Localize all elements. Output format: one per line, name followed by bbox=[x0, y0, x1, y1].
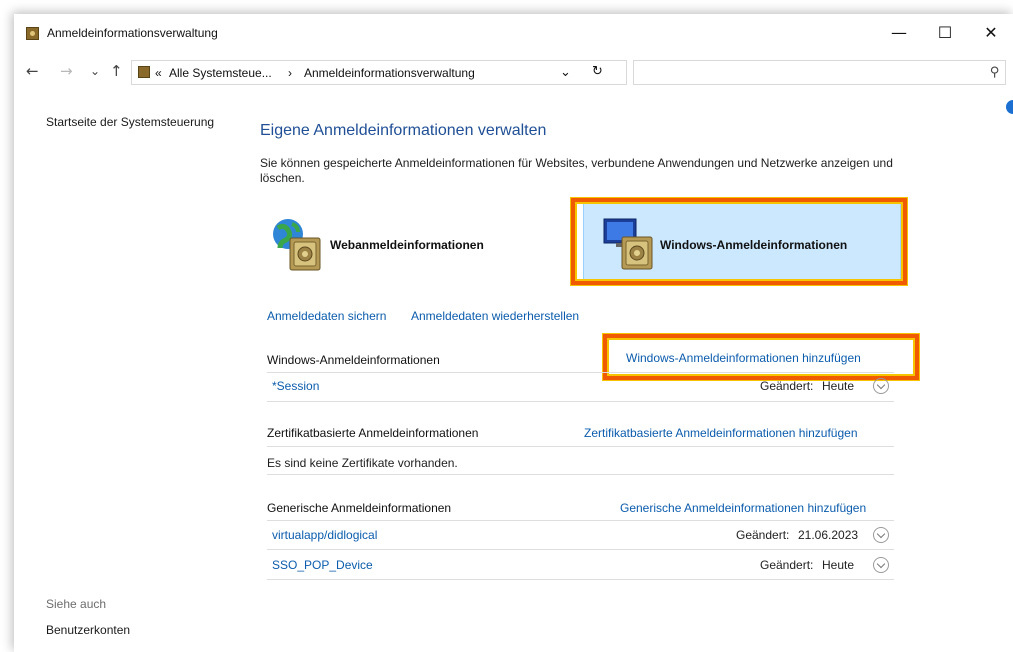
divider bbox=[267, 446, 894, 447]
changed-label: Geändert: bbox=[736, 528, 790, 542]
recent-locations-button[interactable]: ⌄ bbox=[90, 64, 100, 78]
generic-credentials-heading: Generische Anmeldeinformationen bbox=[267, 501, 452, 515]
changed-value: Heute bbox=[822, 558, 855, 572]
breadcrumb-separator[interactable]: › bbox=[288, 66, 292, 80]
web-credentials-label: Webanmeldeinformationen bbox=[330, 238, 484, 252]
address-bar[interactable]: « Alle Systemsteue... › Anmeldeinformati… bbox=[131, 60, 627, 85]
divider bbox=[267, 579, 894, 580]
credential-entry-session[interactable]: *Session bbox=[272, 379, 319, 393]
expand-chevron-icon[interactable] bbox=[873, 527, 889, 543]
add-cert-credential-link[interactable]: Zertifikatbasierte Anmeldeinformationen … bbox=[584, 426, 858, 440]
forward-button[interactable]: → bbox=[60, 62, 73, 80]
divider bbox=[267, 549, 894, 550]
address-overflow[interactable]: « bbox=[155, 66, 162, 80]
refresh-button[interactable]: ↻ bbox=[592, 64, 603, 79]
no-certificates-text: Es sind keine Zertifikate vorhanden. bbox=[267, 456, 458, 470]
minimize-button[interactable]: — bbox=[876, 18, 922, 48]
windows-credentials-heading: Windows-Anmeldeinformationen bbox=[267, 353, 440, 367]
divider bbox=[267, 401, 894, 402]
web-credentials-tile[interactable]: Webanmeldeinformationen bbox=[270, 214, 510, 274]
help-icon[interactable] bbox=[1006, 100, 1013, 114]
expand-chevron-icon[interactable] bbox=[873, 378, 889, 394]
page-title: Eigene Anmeldeinformationen verwalten bbox=[260, 122, 547, 139]
divider bbox=[267, 372, 894, 373]
address-location-icon bbox=[138, 66, 150, 78]
credential-manager-window: Anmeldeinformationsverwaltung — ☐ ✕ ← → … bbox=[14, 14, 1013, 652]
sidebar-home-link[interactable]: Startseite der Systemsteuerung bbox=[46, 115, 214, 129]
credential-manager-icon bbox=[26, 27, 39, 40]
title-bar: Anmeldeinformationsverwaltung — ☐ ✕ bbox=[14, 14, 1013, 52]
highlight-frame-windows-tile bbox=[571, 198, 907, 285]
page-description: Sie können gespeicherte Anmeldeinformati… bbox=[260, 156, 893, 185]
window-title: Anmeldeinformationsverwaltung bbox=[47, 26, 218, 40]
breadcrumb-credential-manager[interactable]: Anmeldeinformationsverwaltung bbox=[304, 66, 475, 80]
credential-entry-sso-pop-device[interactable]: SSO_POP_Device bbox=[272, 558, 373, 572]
close-button[interactable]: ✕ bbox=[968, 18, 1013, 48]
back-button[interactable]: ← bbox=[26, 62, 39, 80]
divider bbox=[267, 474, 894, 475]
highlight-frame-add-windows bbox=[603, 334, 919, 380]
up-button[interactable]: ↑ bbox=[110, 62, 123, 80]
divider bbox=[267, 520, 894, 521]
breadcrumb-control-panel[interactable]: Alle Systemsteue... bbox=[169, 66, 272, 80]
address-dropdown-button[interactable]: ⌄ bbox=[560, 64, 571, 80]
maximize-button[interactable]: ☐ bbox=[922, 18, 968, 48]
expand-chevron-icon[interactable] bbox=[873, 557, 889, 573]
see-also-label: Siehe auch bbox=[46, 597, 107, 611]
add-generic-credential-link[interactable]: Generische Anmeldeinformationen hinzufüg… bbox=[620, 501, 866, 515]
restore-credentials-link[interactable]: Anmeldedaten wiederherstellen bbox=[411, 309, 579, 323]
globe-vault-icon bbox=[273, 219, 321, 271]
address-row: ← → ⌄ ↑ « Alle Systemsteue... › Anmeldei… bbox=[14, 54, 1013, 90]
search-input[interactable]: ⚲ bbox=[633, 60, 1006, 85]
cert-credentials-heading: Zertifikatbasierte Anmeldeinformationen bbox=[267, 426, 479, 440]
changed-value: 21.06.2023 bbox=[798, 528, 859, 542]
credential-entry-virtualapp[interactable]: virtualapp/didlogical bbox=[272, 528, 377, 542]
changed-value: Heute bbox=[822, 379, 855, 393]
search-icon[interactable]: ⚲ bbox=[990, 64, 1000, 80]
backup-credentials-link[interactable]: Anmeldedaten sichern bbox=[267, 309, 386, 323]
changed-label: Geändert: bbox=[760, 558, 814, 572]
changed-label: Geändert: bbox=[760, 379, 814, 393]
user-accounts-link[interactable]: Benutzerkonten bbox=[46, 623, 130, 637]
